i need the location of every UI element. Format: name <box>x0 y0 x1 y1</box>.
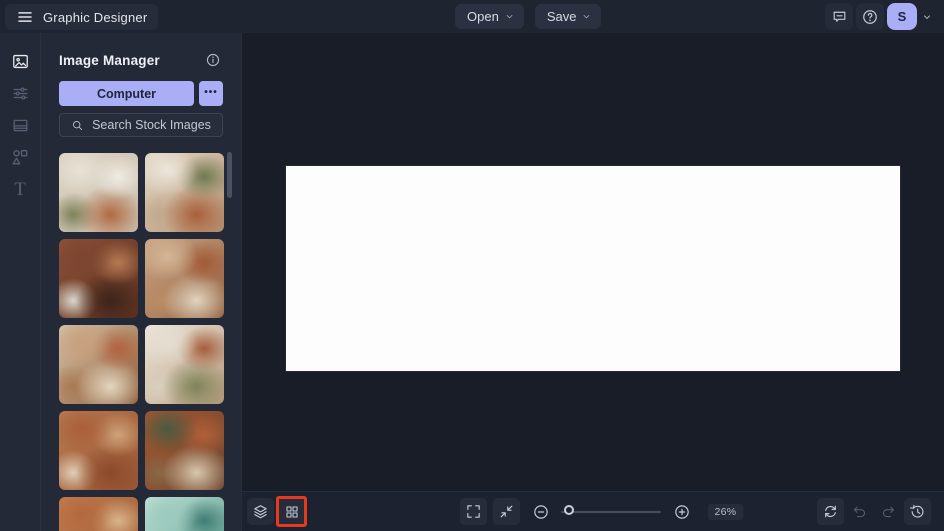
refresh-button[interactable] <box>817 498 844 525</box>
more-options-button[interactable]: ••• <box>199 81 223 106</box>
stock-image-thumbnail[interactable] <box>145 325 224 404</box>
stock-image-thumbnail[interactable] <box>59 497 138 531</box>
file-actions: Open Save <box>455 4 602 29</box>
fullscreen-button[interactable] <box>460 498 487 525</box>
fullscreen-icon <box>467 505 480 518</box>
zoom-out-button[interactable] <box>527 498 554 525</box>
zoom-level-value[interactable]: 26% <box>708 503 743 520</box>
image-manager-panel: Image Manager Computer ••• Search Stock … <box>41 33 242 531</box>
panel-title: Image Manager <box>59 52 160 68</box>
search-icon <box>73 120 83 130</box>
chevron-down-icon <box>506 14 513 19</box>
info-icon <box>206 53 220 67</box>
undo-icon <box>853 506 866 518</box>
history-button[interactable] <box>904 498 931 525</box>
zoom-in-button[interactable] <box>668 498 695 525</box>
sliders-icon <box>13 86 27 100</box>
comment-icon <box>833 11 845 22</box>
redo-icon <box>882 506 895 518</box>
shapes-icon <box>12 150 28 165</box>
canvas-artboard[interactable] <box>286 166 900 371</box>
sidebar-item-frames[interactable] <box>0 109 41 141</box>
sidebar-item-shapes[interactable] <box>0 141 41 173</box>
thumbnail-grid <box>59 153 224 531</box>
minus-circle-icon <box>533 504 548 519</box>
grid-icon <box>285 505 298 518</box>
sidebar-item-text[interactable]: T <box>0 173 41 205</box>
main-menu-button[interactable]: Graphic Designer <box>5 4 159 30</box>
stock-image-thumbnail[interactable] <box>145 239 224 318</box>
fit-to-screen-button[interactable] <box>493 498 520 525</box>
fit-screen-icon <box>500 505 513 518</box>
stock-image-thumbnail[interactable] <box>145 411 224 490</box>
hamburger-icon <box>18 12 32 22</box>
chevron-down-icon <box>924 14 930 19</box>
avatar[interactable]: S <box>887 3 917 30</box>
save-button[interactable]: Save <box>534 4 602 29</box>
open-button[interactable]: Open <box>455 4 524 29</box>
help-button[interactable] <box>856 3 884 30</box>
stock-image-thumbnail[interactable] <box>59 325 138 404</box>
text-icon: T <box>14 178 26 200</box>
help-icon <box>863 9 877 24</box>
stock-image-thumbnail[interactable] <box>59 239 138 318</box>
graphic-designer-app: Graphic Designer Open Save S T Image Man… <box>0 0 944 531</box>
layers-button[interactable] <box>247 498 274 525</box>
frame-icon <box>13 119 27 131</box>
feedback-button[interactable] <box>825 3 853 30</box>
bottom-toolbar: 26% <box>242 491 944 531</box>
image-icon <box>12 54 28 68</box>
tool-sidebar: T <box>0 33 41 531</box>
topbar: Graphic Designer Open Save S <box>0 0 944 33</box>
account-menu-button[interactable] <box>920 3 934 30</box>
stock-image-thumbnail[interactable] <box>59 411 138 490</box>
zoom-slider-handle[interactable] <box>564 504 574 515</box>
stock-image-thumbnail[interactable] <box>145 497 224 531</box>
grid-view-button[interactable] <box>276 496 307 527</box>
stock-image-thumbnail[interactable] <box>59 153 138 232</box>
layers-icon <box>254 505 267 519</box>
zoom-slider[interactable] <box>561 504 661 515</box>
search-placeholder: Search Stock Images <box>92 118 211 132</box>
undo-button[interactable] <box>846 498 873 525</box>
history-group <box>817 498 931 525</box>
zoom-group: 26% <box>460 498 743 525</box>
history-icon <box>909 504 924 518</box>
topbar-right: S <box>825 3 934 30</box>
panel-scrollbar[interactable] <box>227 152 232 198</box>
sidebar-item-filters[interactable] <box>0 77 41 109</box>
view-mode-group <box>247 496 307 527</box>
stage: 26% <box>242 33 944 531</box>
sidebar-item-images[interactable] <box>0 45 41 77</box>
plus-circle-icon <box>674 504 689 519</box>
stock-image-search[interactable]: Search Stock Images <box>59 113 223 137</box>
computer-upload-button[interactable]: Computer <box>59 81 194 106</box>
panel-info-button[interactable] <box>205 52 221 68</box>
redo-button[interactable] <box>875 498 902 525</box>
chevron-down-icon <box>584 14 590 19</box>
stock-image-thumbnail[interactable] <box>145 153 224 232</box>
refresh-icon <box>825 505 836 518</box>
app-title: Graphic Designer <box>43 9 148 25</box>
